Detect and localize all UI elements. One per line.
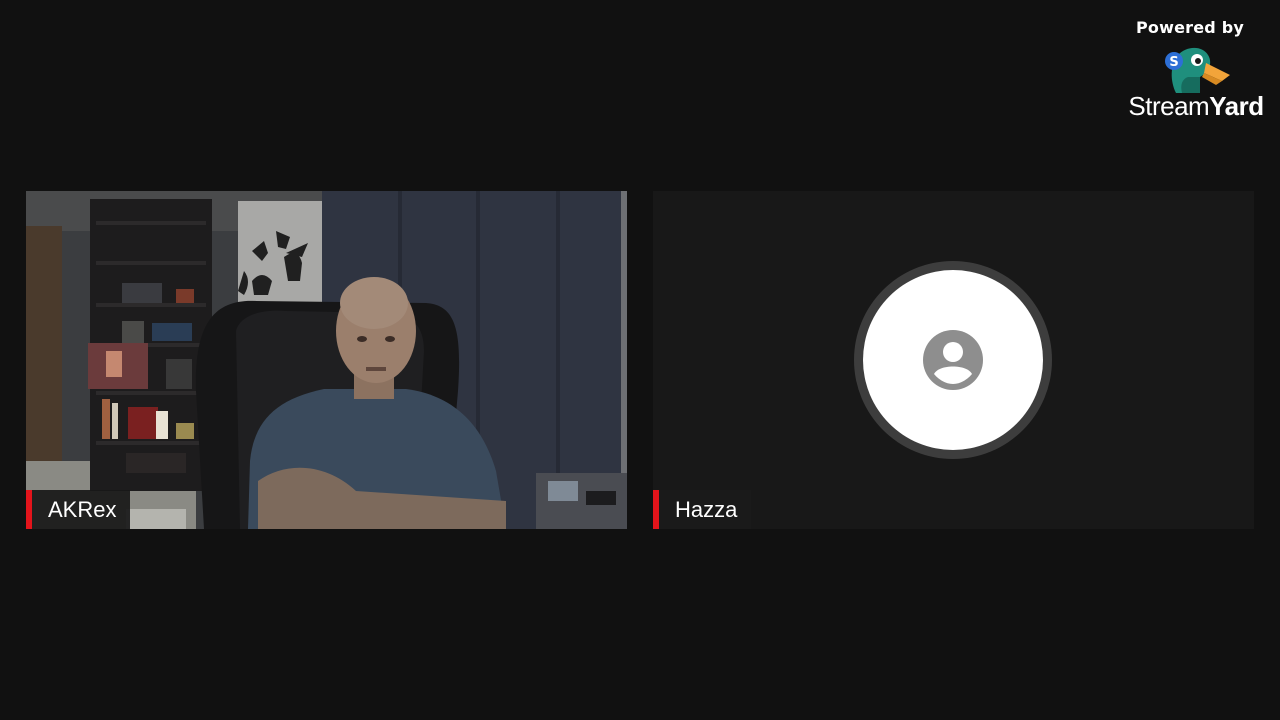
avatar bbox=[854, 261, 1052, 459]
avatar-disc bbox=[863, 270, 1043, 450]
svg-text:S: S bbox=[1169, 55, 1178, 70]
participant-name: Hazza bbox=[675, 496, 738, 522]
participant-video-tile-hazza: Hazza bbox=[653, 191, 1254, 529]
participant-video-tile-akrex: AKRex bbox=[26, 191, 627, 529]
camera-feed-video bbox=[26, 191, 627, 529]
powered-by-label: Powered by bbox=[1136, 18, 1244, 37]
participant-name-tag: AKRex bbox=[26, 490, 131, 529]
participant-name-tag: Hazza bbox=[653, 490, 752, 529]
wordmark-light: Stream bbox=[1128, 91, 1210, 121]
person-avatar-icon bbox=[923, 330, 983, 390]
streamyard-branding: Powered by S StreamYard bbox=[1126, 18, 1266, 122]
participant-name: AKRex bbox=[48, 496, 117, 522]
wordmark-bold: Yard bbox=[1209, 91, 1264, 121]
streamyard-wordmark: StreamYard bbox=[1126, 91, 1266, 122]
streamyard-duck-icon: S bbox=[1165, 47, 1230, 93]
